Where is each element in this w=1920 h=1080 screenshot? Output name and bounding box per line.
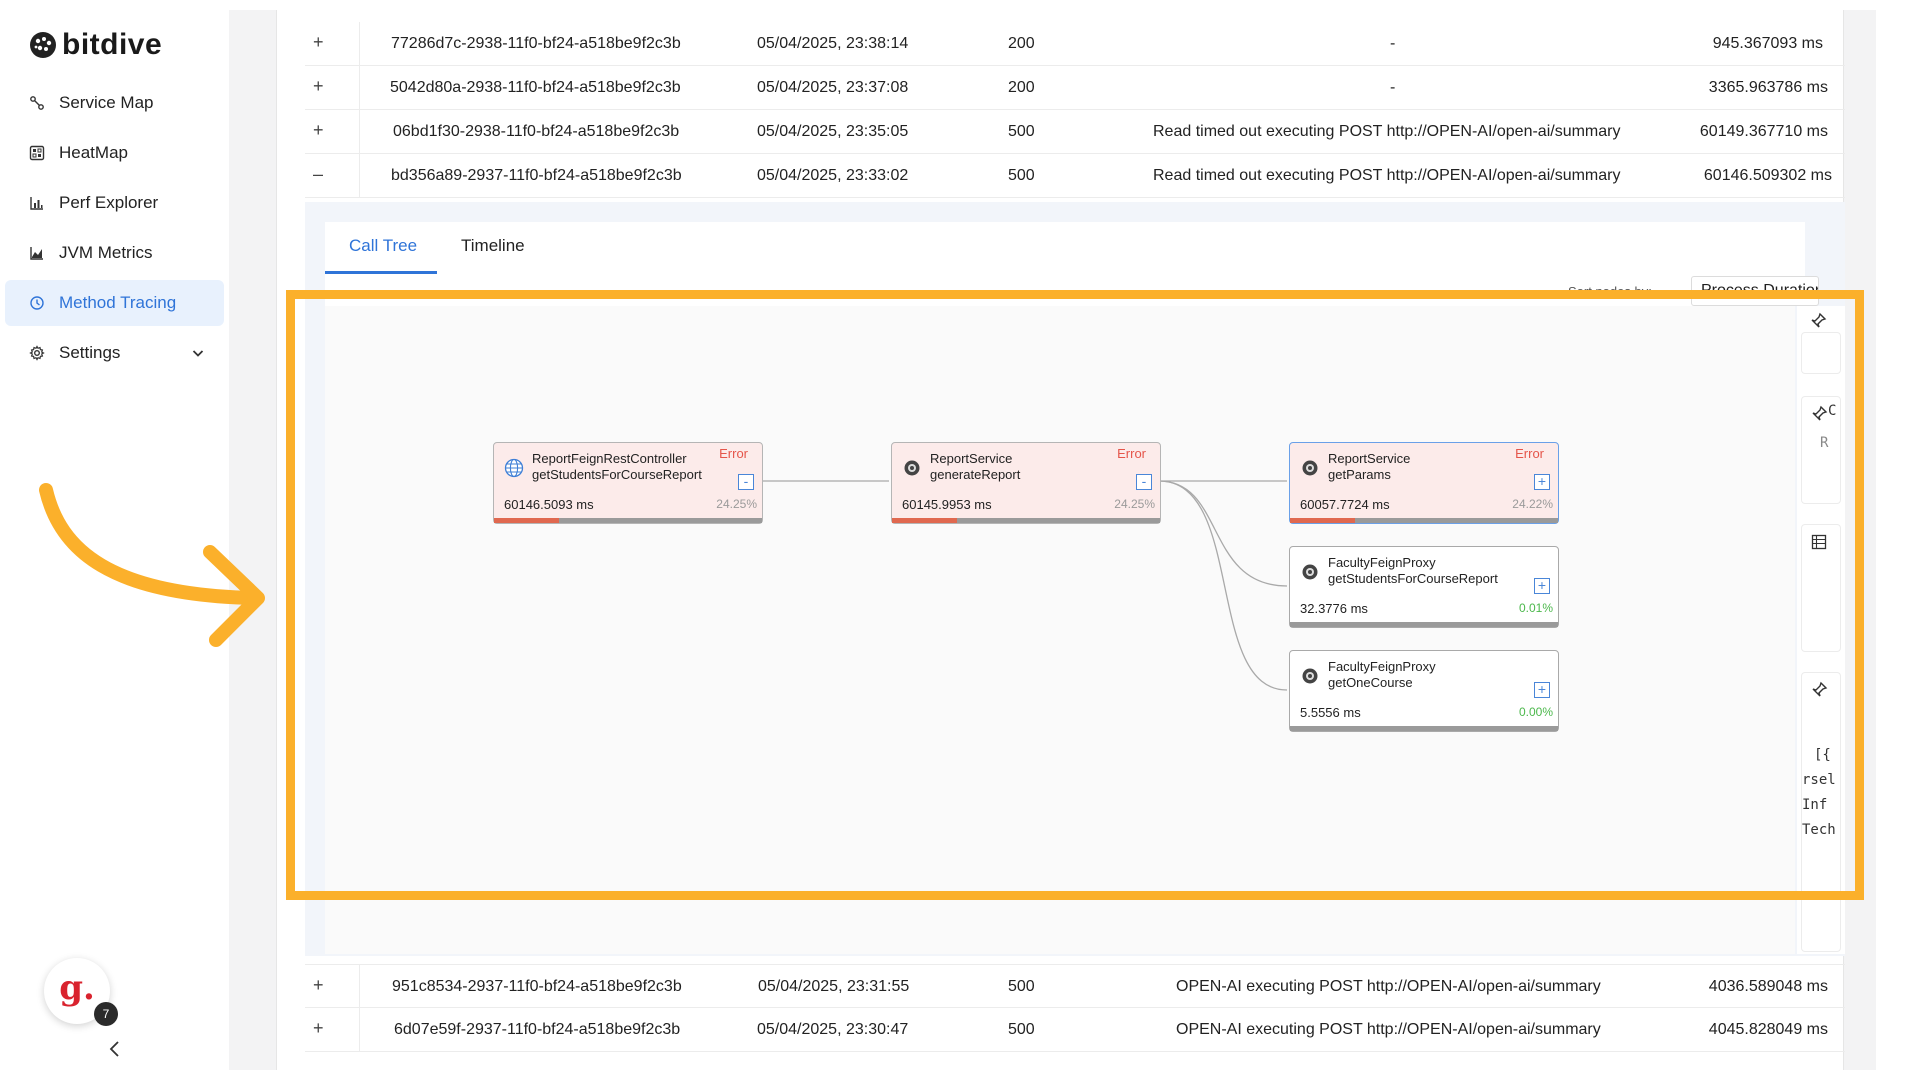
trace-duration: 60149.367710 ms (1699, 123, 1828, 140)
trace-duration: 4036.589048 ms (1708, 978, 1828, 995)
perf-explorer-icon (30, 197, 43, 210)
expand-button[interactable]: + (313, 76, 324, 97)
trace-error: Read timed out executing POST http://OPE… (1153, 123, 1621, 140)
sidebar-item-method-tracing[interactable]: Method Tracing (5, 280, 224, 326)
tab-call-tree[interactable]: Call Tree (349, 236, 417, 256)
arrow-annotation-icon (39, 483, 265, 647)
sidebar-item-jvm-metrics[interactable]: JVM Metrics (5, 230, 224, 276)
trace-id: 6d07e59f-2937-11f0-bf24-a518be9f2c3b (394, 1021, 681, 1038)
avatar-letter: g. (59, 968, 95, 1008)
sidebar-item-settings[interactable]: Settings (5, 330, 224, 376)
table-row[interactable]: + 06bd1f30-2938-11f0-bf24-a518be9f2c3b 0… (305, 110, 1845, 154)
sidebar-item-service-map[interactable]: Service Map (5, 80, 224, 126)
sidebar-item-label: Method Tracing (59, 293, 177, 312)
trace-status: 200 (1008, 79, 1035, 96)
table-row[interactable]: + 951c8534-2937-11f0-bf24-a518be9f2c3b 0… (305, 964, 1845, 1009)
trace-duration: 4045.828049 ms (1708, 1021, 1828, 1038)
table-row[interactable]: + 77286d7c-2938-11f0-bf24-a518be9f2c3b 0… (305, 22, 1845, 66)
sidebar-item-label: Perf Explorer (59, 193, 159, 212)
avatar[interactable]: g. 7 (44, 958, 118, 1026)
collapse-button[interactable]: – (313, 164, 323, 185)
trace-id: 5042d80a-2938-11f0-bf24-a518be9f2c3b (390, 79, 681, 96)
method-tracing-icon (30, 296, 44, 310)
logo[interactable]: bitdive (28, 28, 162, 62)
chevron-left-icon[interactable] (104, 1038, 126, 1060)
table-row[interactable]: – bd356a89-2937-11f0-bf24-a518be9f2c3b 0… (305, 154, 1845, 198)
trace-status: 500 (1008, 167, 1035, 184)
table-row[interactable]: + 5042d80a-2938-11f0-bf24-a518be9f2c3b 0… (305, 66, 1845, 110)
trace-error: Read timed out executing POST http://OPE… (1153, 167, 1621, 184)
trace-id: 06bd1f30-2938-11f0-bf24-a518be9f2c3b (393, 123, 680, 140)
chevron-down-icon[interactable] (190, 345, 206, 361)
gear-icon (29, 345, 45, 361)
trace-error: - (1390, 79, 1396, 96)
page: bitdive Service Map HeatMap Perf Explore… (0, 0, 1920, 1080)
trace-time: 05/04/2025, 23:37:08 (757, 79, 909, 96)
table-row[interactable]: + 6d07e59f-2937-11f0-bf24-a518be9f2c3b 0… (305, 1008, 1845, 1052)
trace-time: 05/04/2025, 23:33:02 (757, 167, 909, 184)
trace-error: - (1390, 35, 1396, 52)
notification-badge: 7 (94, 1002, 118, 1026)
heatmap-icon (29, 145, 45, 161)
highlight-box (286, 290, 1864, 900)
trace-status: 500 (1008, 1021, 1035, 1038)
expand-button[interactable]: + (313, 120, 324, 141)
trace-duration: 945.367093 ms (1712, 35, 1823, 52)
expand-button[interactable]: + (313, 32, 324, 53)
trace-duration: 3365.963786 ms (1708, 79, 1828, 96)
trace-error: OPEN-AI executing POST http://OPEN-AI/op… (1176, 1021, 1601, 1038)
detail-tabs: Call Tree Timeline (325, 222, 1805, 274)
sidebar-item-perf-explorer[interactable]: Perf Explorer (5, 180, 224, 226)
sidebar-item-heatmap[interactable]: HeatMap (5, 130, 224, 176)
sidebar-item-label: JVM Metrics (59, 243, 153, 262)
sidebar-item-label: HeatMap (59, 143, 128, 162)
brand-name: bitdive (62, 28, 163, 61)
trace-id: bd356a89-2937-11f0-bf24-a518be9f2c3b (391, 167, 682, 184)
trace-status: 500 (1008, 978, 1035, 995)
trace-status: 500 (1008, 123, 1035, 140)
trace-duration: 60146.509302 ms (1703, 167, 1832, 184)
trace-status: 200 (1008, 35, 1035, 52)
trace-time: 05/04/2025, 23:30:47 (757, 1021, 909, 1038)
expand-button[interactable]: + (313, 1018, 324, 1039)
trace-id: 77286d7c-2938-11f0-bf24-a518be9f2c3b (391, 35, 681, 52)
logo-icon (30, 32, 56, 58)
trace-error: OPEN-AI executing POST http://OPEN-AI/op… (1176, 978, 1601, 995)
sidebar-item-label: Service Map (59, 93, 154, 112)
sidebar-item-label: Settings (59, 343, 121, 362)
jvm-metrics-icon (30, 247, 43, 260)
expand-button[interactable]: + (313, 975, 324, 996)
trace-time: 05/04/2025, 23:35:05 (757, 123, 909, 140)
sidebar-nav: Service Map HeatMap Perf Explorer JVM Me… (5, 80, 224, 380)
service-map-icon (30, 96, 44, 110)
tab-timeline[interactable]: Timeline (461, 236, 525, 256)
trace-time: 05/04/2025, 23:31:55 (758, 978, 910, 995)
trace-id: 951c8534-2937-11f0-bf24-a518be9f2c3b (392, 978, 682, 995)
trace-time: 05/04/2025, 23:38:14 (757, 35, 909, 52)
